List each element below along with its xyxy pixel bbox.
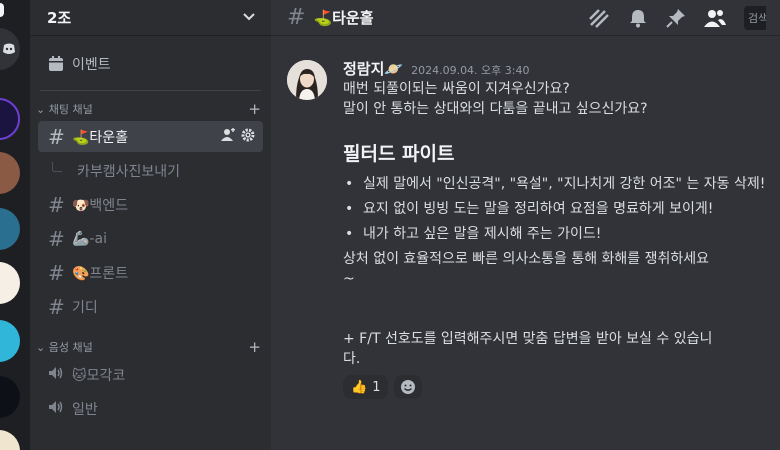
voice-channel-mogakco[interactable]: 🐱모각코 (38, 359, 263, 390)
thread-photo-share[interactable]: 카부캠사진보내기 (38, 155, 263, 186)
channel-sidebar: 2조 이벤트 ⌄ 채팅 채널 + # ⛳타운홀 카부캠사진보내기 # 🐶백엔드 (30, 0, 271, 450)
events-button[interactable]: 이벤트 (48, 50, 271, 78)
channel-ai[interactable]: # 🦾-ai (38, 223, 263, 254)
channel-topbar: # ⛳타운홀 검색하기 (271, 0, 780, 36)
server-name: 2조 (47, 9, 72, 27)
discord-logo-icon (3, 43, 15, 54)
reaction-thumbs-up[interactable]: 👍 1 (343, 375, 389, 399)
hashtag-icon: # (287, 5, 306, 30)
message-timestamp: 2024.09.04. 오후 3:40 (411, 64, 530, 77)
message-line: + F/T 선호도를 입력해주시면 맞춤 답변을 받아 보실 수 있습니 (343, 331, 713, 347)
server-header[interactable]: 2조 (30, 0, 271, 36)
avatar[interactable] (287, 60, 327, 100)
member-list-icon[interactable] (704, 8, 726, 28)
category-text-channels[interactable]: ⌄ 채팅 채널 + (30, 100, 271, 118)
list-item: 실제 말에서 "인신공격", "욕설", "지나치게 강한 어조" 는 자동 삭… (345, 174, 767, 194)
channel-design[interactable]: # 기디 (38, 291, 263, 322)
message-line: 매번 되풀이되는 싸움이 지겨우신가요? (343, 81, 570, 97)
server-icon-current[interactable] (0, 262, 20, 304)
sidebar-divider (40, 90, 261, 91)
server-icon-6[interactable] (0, 376, 20, 418)
channel-label: 일반 (72, 401, 98, 418)
category-chevron-icon: ⌄ (36, 341, 49, 354)
blank-space (343, 289, 767, 329)
hashtag-icon: # (48, 294, 65, 319)
channel-label: 🦾-ai (72, 230, 107, 247)
speaker-icon (48, 366, 70, 384)
list-item: 내가 하고 싶은 말을 제시해 주는 가이드! (345, 224, 767, 244)
events-label: 이벤트 (72, 57, 111, 73)
calendar-icon (49, 56, 63, 71)
channel-label: 기디 (72, 299, 98, 316)
message-line: 다. (343, 351, 361, 367)
channel-label: 🐱모각코 (72, 367, 126, 384)
invite-member-icon[interactable] (221, 127, 235, 146)
create-channel-plus-icon[interactable]: + (248, 338, 261, 356)
message-heading: 필터드 파이트 (343, 143, 455, 165)
chevron-down-icon (243, 10, 255, 25)
category-label: 채팅 채널 (48, 103, 93, 116)
hashtag-icon: # (48, 226, 65, 251)
threads-icon[interactable] (588, 8, 610, 28)
server-icon-7[interactable] (0, 430, 20, 450)
hashtag-icon: # (48, 192, 65, 217)
server-icon-2[interactable] (0, 152, 20, 194)
channel-label: 🎨프론트 (72, 265, 129, 282)
channel-label: 카부캠사진보내기 (77, 163, 181, 180)
main-content: # ⛳타운홀 검색하기 정람지🪐 2024.09.04. 오후 3:4 (271, 0, 780, 450)
pin-icon[interactable] (666, 8, 686, 28)
search-input[interactable]: 검색하기 (744, 5, 766, 30)
speaker-icon (48, 400, 70, 418)
category-label: 음성 채널 (48, 341, 93, 354)
unread-pill (0, 3, 4, 17)
channel-backend[interactable]: # 🐶백엔드 (38, 189, 263, 220)
message-author[interactable]: 정람지🪐 (343, 58, 403, 79)
message-line: 상처 없이 효율적으로 빠른 의사소통을 통해 화해를 쟁취하세요 (343, 251, 710, 267)
message-line: ~ (343, 271, 355, 287)
bullet-list: 실제 말에서 "인신공격", "욕설", "지나치게 강한 어조" 는 자동 삭… (345, 174, 767, 244)
thread-branch-icon (52, 161, 62, 172)
gear-icon[interactable] (241, 128, 255, 146)
smiley-icon (401, 380, 416, 394)
list-item: 요지 없이 빙빙 도는 말을 정리하여 요점을 명료하게 보이게! (345, 199, 767, 219)
category-chevron-icon: ⌄ (36, 103, 49, 116)
channel-title: ⛳타운홀 (313, 9, 374, 27)
server-icon-1[interactable] (0, 98, 20, 140)
channel-label: 🐶백엔드 (72, 197, 129, 214)
hashtag-icon: # (48, 260, 65, 285)
create-channel-plus-icon[interactable]: + (248, 100, 261, 118)
voice-channel-general[interactable]: 일반 (38, 393, 263, 424)
message: 정람지🪐 2024.09.04. 오후 3:40 매번 되풀이되는 싸움이 지겨… (287, 58, 767, 399)
direct-messages-button[interactable] (0, 28, 20, 70)
bell-icon[interactable] (628, 8, 648, 28)
channel-townhall[interactable]: # ⛳타운홀 (38, 121, 263, 152)
message-line: 말이 안 통하는 상대와의 다툼을 끝내고 싶으신가요? (343, 101, 648, 117)
add-reaction-button[interactable] (394, 375, 423, 399)
hashtag-icon: # (48, 124, 65, 149)
reaction-count: 1 (372, 379, 381, 395)
reaction-bar: 👍 1 (343, 375, 767, 399)
channel-label: ⛳타운홀 (72, 129, 129, 146)
server-rail (0, 0, 30, 450)
server-icon-3[interactable] (0, 208, 20, 250)
category-voice-channels[interactable]: ⌄ 음성 채널 + (30, 338, 271, 356)
channel-frontend[interactable]: # 🎨프론트 (38, 257, 263, 288)
thumbs-up-icon: 👍 (351, 379, 368, 395)
server-icon-5[interactable] (0, 320, 20, 362)
